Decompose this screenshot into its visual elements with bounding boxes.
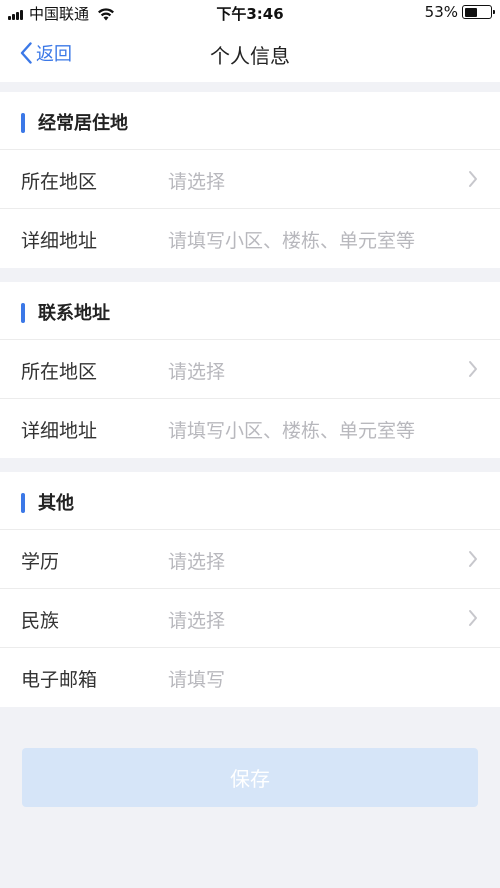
battery-icon [462, 5, 495, 19]
row-residence-address[interactable]: 详细地址 请填写小区、楼栋、单元室等 [0, 209, 500, 268]
row-label: 详细地址 [21, 420, 98, 442]
page-title: 个人信息 [210, 44, 290, 68]
chevron-right-icon [469, 610, 477, 626]
address-input[interactable]: 请填写小区、楼栋、单元室等 [168, 226, 415, 253]
chevron-right-icon [469, 361, 477, 377]
status-right: 53% [424, 3, 495, 21]
row-label: 所在地区 [21, 361, 98, 383]
row-label: 电子邮箱 [21, 669, 98, 691]
row-label: 详细地址 [21, 230, 98, 252]
row-education[interactable]: 学历 请选择 [0, 530, 500, 589]
section-accent-bar [21, 113, 25, 133]
save-button[interactable]: 保存 [22, 748, 478, 807]
section-title: 其他 [38, 493, 74, 514]
section-contact-address: 联系地址 所在地区 请选择 详细地址 请填写小区、楼栋、单元室等 [0, 282, 500, 458]
row-residence-region[interactable]: 所在地区 请选择 [0, 150, 500, 209]
section-other: 其他 学历 请选择 民族 请选择 电子邮箱 请填写 [0, 472, 500, 707]
ethnicity-select[interactable]: 请选择 [168, 606, 225, 633]
row-contact-region[interactable]: 所在地区 请选择 [0, 340, 500, 399]
chevron-right-icon [469, 551, 477, 567]
nav-bar: 返回 个人信息 [0, 26, 500, 82]
status-bar: 中国联通 下午3:46 53% [0, 0, 500, 26]
section-accent-bar [21, 493, 25, 513]
chevron-right-icon [469, 171, 477, 187]
email-input[interactable]: 请填写 [168, 665, 225, 692]
row-contact-address[interactable]: 详细地址 请填写小区、楼栋、单元室等 [0, 399, 500, 458]
row-ethnicity[interactable]: 民族 请选择 [0, 589, 500, 648]
section-title: 经常居住地 [38, 113, 128, 134]
save-button-label: 保存 [230, 767, 270, 791]
row-label: 民族 [21, 610, 60, 632]
section-title: 联系地址 [38, 303, 110, 324]
region-select[interactable]: 请选择 [168, 357, 225, 384]
row-label: 学历 [21, 551, 60, 573]
section-header: 经常居住地 [0, 92, 500, 150]
education-select[interactable]: 请选择 [168, 547, 225, 574]
row-email[interactable]: 电子邮箱 请填写 [0, 648, 500, 707]
address-input[interactable]: 请填写小区、楼栋、单元室等 [168, 416, 415, 443]
section-residence: 经常居住地 所在地区 请选择 详细地址 请填写小区、楼栋、单元室等 [0, 92, 500, 268]
battery-percent: 53% [424, 3, 458, 21]
section-header: 其他 [0, 472, 500, 530]
section-accent-bar [21, 303, 25, 323]
region-select[interactable]: 请选择 [168, 167, 225, 194]
row-label: 所在地区 [21, 171, 98, 193]
section-header: 联系地址 [0, 282, 500, 340]
